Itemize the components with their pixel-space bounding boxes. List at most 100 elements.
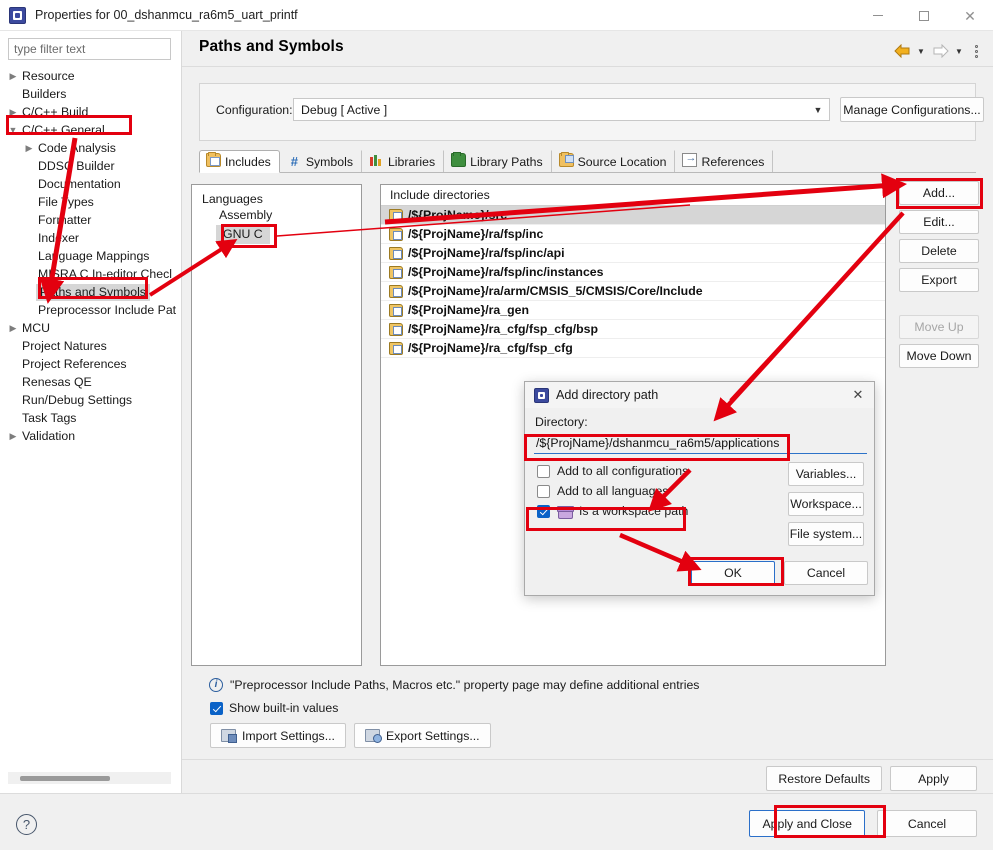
app-chip-icon bbox=[9, 6, 26, 24]
include-directory-path: /${ProjName}/ra/fsp/inc/instances bbox=[408, 265, 604, 279]
language-item-gnu-c[interactable]: GNU C bbox=[216, 225, 270, 244]
include-directories-list[interactable]: /${ProjName}/src/${ProjName}/ra/fsp/inc /… bbox=[381, 206, 885, 358]
close-button[interactable]: ✕ bbox=[947, 0, 993, 31]
sidebar-item-ddsc-builder[interactable]: DDSC Builder bbox=[0, 157, 182, 175]
show-builtin-values-checkbox[interactable]: Show built-in values bbox=[210, 701, 338, 715]
include-directory-row[interactable]: /${ProjName}/src bbox=[381, 206, 885, 225]
chevron-right-icon[interactable]: ▶ bbox=[22, 143, 36, 154]
sidebar-item-label: Project Natures bbox=[22, 339, 107, 353]
manage-configurations-button[interactable]: Manage Configurations... bbox=[840, 97, 984, 122]
include-directory-row[interactable]: /${ProjName}/ra/fsp/inc/api bbox=[381, 244, 885, 263]
apply-button[interactable]: Apply bbox=[890, 766, 977, 791]
export-settings-button[interactable]: Export Settings... bbox=[353, 723, 491, 748]
include-directory-row[interactable]: /${ProjName}/ra/fsp/inc bbox=[381, 225, 885, 244]
sidebar-item-code-analysis[interactable]: ▶ Code Analysis bbox=[0, 139, 182, 157]
sidebar-item-project-references[interactable]: Project References bbox=[0, 355, 182, 373]
sidebar-item-mcu[interactable]: ▶ MCU bbox=[0, 319, 182, 337]
add-button[interactable]: Add... bbox=[899, 181, 979, 205]
tab-includes[interactable]: Includes bbox=[199, 150, 280, 173]
sidebar-item-task-tags[interactable]: Task Tags bbox=[0, 409, 182, 427]
sidebar-item-label: Language Mappings bbox=[38, 249, 150, 263]
import-settings-button[interactable]: Import Settings... bbox=[210, 723, 346, 748]
export-button[interactable]: Export bbox=[899, 268, 979, 292]
tree-horizontal-scrollbar[interactable] bbox=[8, 772, 171, 784]
sidebar-item-resource[interactable]: ▶ Resource bbox=[0, 67, 182, 85]
include-directory-path: /${ProjName}/ra/fsp/inc/api bbox=[408, 246, 565, 260]
checkbox-indicator bbox=[537, 464, 550, 478]
sidebar-item-preprocessor-include-pat[interactable]: Preprocessor Include Pat bbox=[0, 301, 182, 319]
sidebar-item-project-natures[interactable]: Project Natures bbox=[0, 337, 182, 355]
file-system-button[interactable]: File system... bbox=[788, 522, 864, 546]
restore-defaults-button[interactable]: Restore Defaults bbox=[766, 766, 882, 791]
back-dropdown-icon[interactable]: ▼ bbox=[915, 41, 927, 61]
move-down-button[interactable]: Move Down bbox=[899, 344, 979, 368]
settings-tree[interactable]: ▶ Resource Builders ▶ C/C++ Build ▼ C/C++ Gene… bbox=[0, 67, 182, 445]
sidebar-item-language-mappings[interactable]: Language Mappings bbox=[0, 247, 182, 265]
sidebar-item-paths-and-symbols[interactable]: Paths and Symbols bbox=[0, 283, 182, 301]
forward-dropdown-icon[interactable]: ▼ bbox=[953, 41, 965, 61]
cancel-button[interactable]: Cancel bbox=[877, 810, 977, 837]
chevron-right-icon[interactable]: ▶ bbox=[6, 107, 20, 118]
edit-button[interactable]: Edit... bbox=[899, 210, 979, 234]
languages-list[interactable]: Assembly GNU C bbox=[192, 206, 361, 244]
properties-dialog-window: Properties for 00_dshanmcu_ra6m5_uart_pr… bbox=[0, 0, 993, 850]
sidebar-item-formatter[interactable]: Formatter bbox=[0, 211, 182, 229]
sidebar-item-run-debug-settings[interactable]: Run/Debug Settings bbox=[0, 391, 182, 409]
books-icon bbox=[369, 153, 384, 170]
configuration-dropdown[interactable]: Debug [ Active ] ▼ bbox=[293, 98, 830, 121]
include-directory-row[interactable]: /${ProjName}/ra_cfg/fsp_cfg/bsp bbox=[381, 320, 885, 339]
sidebar-item-documentation[interactable]: Documentation bbox=[0, 175, 182, 193]
include-directories-header: Include directories bbox=[381, 185, 885, 206]
include-directory-row[interactable]: /${ProjName}/ra_cfg/fsp_cfg bbox=[381, 339, 885, 358]
dialog-cancel-button[interactable]: Cancel bbox=[784, 561, 868, 585]
directory-label: Directory: bbox=[535, 415, 588, 429]
chevron-down-icon[interactable]: ▼ bbox=[6, 125, 20, 135]
tab-label: Symbols bbox=[305, 154, 353, 169]
minimize-button[interactable] bbox=[855, 0, 901, 31]
apply-and-close-button[interactable]: Apply and Close bbox=[749, 810, 865, 837]
dialog-bottom-bar: ? Apply and Close Cancel bbox=[0, 793, 993, 850]
dialog-ok-button[interactable]: OK bbox=[691, 561, 775, 585]
tab-libraries[interactable]: Libraries bbox=[362, 150, 445, 173]
sidebar-item-misra-c-in-editor-checl[interactable]: MISRA C In-editor Checl bbox=[0, 265, 182, 283]
sidebar-item-indexer[interactable]: Indexer bbox=[0, 229, 182, 247]
workspace-button[interactable]: Workspace... bbox=[788, 492, 864, 516]
help-icon[interactable]: ? bbox=[16, 814, 37, 835]
include-directory-path: /${ProjName}/src bbox=[408, 208, 508, 222]
view-menu-icon[interactable] bbox=[967, 41, 985, 61]
sidebar-item-label: Builders bbox=[22, 87, 67, 101]
include-directory-path: /${ProjName}/ra/arm/CMSIS_5/CMSIS/Core/I… bbox=[408, 284, 703, 298]
tab-source-location[interactable]: Source Location bbox=[552, 150, 676, 173]
chevron-right-icon[interactable]: ▶ bbox=[6, 323, 20, 334]
sidebar-item-renesas-qe[interactable]: Renesas QE bbox=[0, 373, 182, 391]
variables-button[interactable]: Variables... bbox=[788, 462, 864, 486]
sidebar-item-label: Formatter bbox=[38, 213, 92, 227]
language-item-assembly[interactable]: Assembly bbox=[192, 206, 361, 225]
directory-input[interactable] bbox=[534, 433, 867, 454]
include-directory-row[interactable]: /${ProjName}/ra/arm/CMSIS_5/CMSIS/Core/I… bbox=[381, 282, 885, 301]
add-to-all-languages-checkbox[interactable]: Add to all languages bbox=[537, 484, 668, 498]
sidebar-item-c-c-general[interactable]: ▼ C/C++ General bbox=[0, 121, 182, 139]
back-arrow-icon[interactable] bbox=[891, 41, 913, 61]
include-directory-row[interactable]: /${ProjName}/ra/fsp/inc/instances bbox=[381, 263, 885, 282]
sidebar-item-c-c-build[interactable]: ▶ C/C++ Build bbox=[0, 103, 182, 121]
include-folder-icon bbox=[389, 303, 403, 317]
delete-button[interactable]: Delete bbox=[899, 239, 979, 263]
chevron-right-icon[interactable]: ▶ bbox=[6, 71, 20, 82]
is-workspace-path-checkbox[interactable]: Is a workspace path bbox=[537, 504, 688, 519]
forward-arrow-icon[interactable] bbox=[929, 41, 951, 61]
tab-references[interactable]: References bbox=[675, 150, 774, 173]
add-to-all-configurations-checkbox[interactable]: Add to all configurations bbox=[537, 464, 688, 478]
include-directory-row[interactable]: /${ProjName}/ra_gen bbox=[381, 301, 885, 320]
chevron-right-icon[interactable]: ▶ bbox=[6, 431, 20, 442]
sidebar-item-validation[interactable]: ▶ Validation bbox=[0, 427, 182, 445]
tab-symbols[interactable]: # Symbols bbox=[280, 150, 362, 173]
filter-input[interactable] bbox=[8, 38, 171, 60]
dialog-close-icon[interactable]: ✕ bbox=[848, 386, 868, 404]
tab-library-paths[interactable]: Library Paths bbox=[444, 150, 552, 173]
sidebar-item-builders[interactable]: Builders bbox=[0, 85, 182, 103]
sidebar-item-file-types[interactable]: File Types bbox=[0, 193, 182, 211]
settings-tree-pane: ▶Resource Builders ▶C/C++ Build▼C/C++ Gene… bbox=[0, 31, 182, 793]
tree-scrollbar-thumb[interactable] bbox=[20, 776, 110, 781]
maximize-button[interactable] bbox=[901, 0, 947, 31]
